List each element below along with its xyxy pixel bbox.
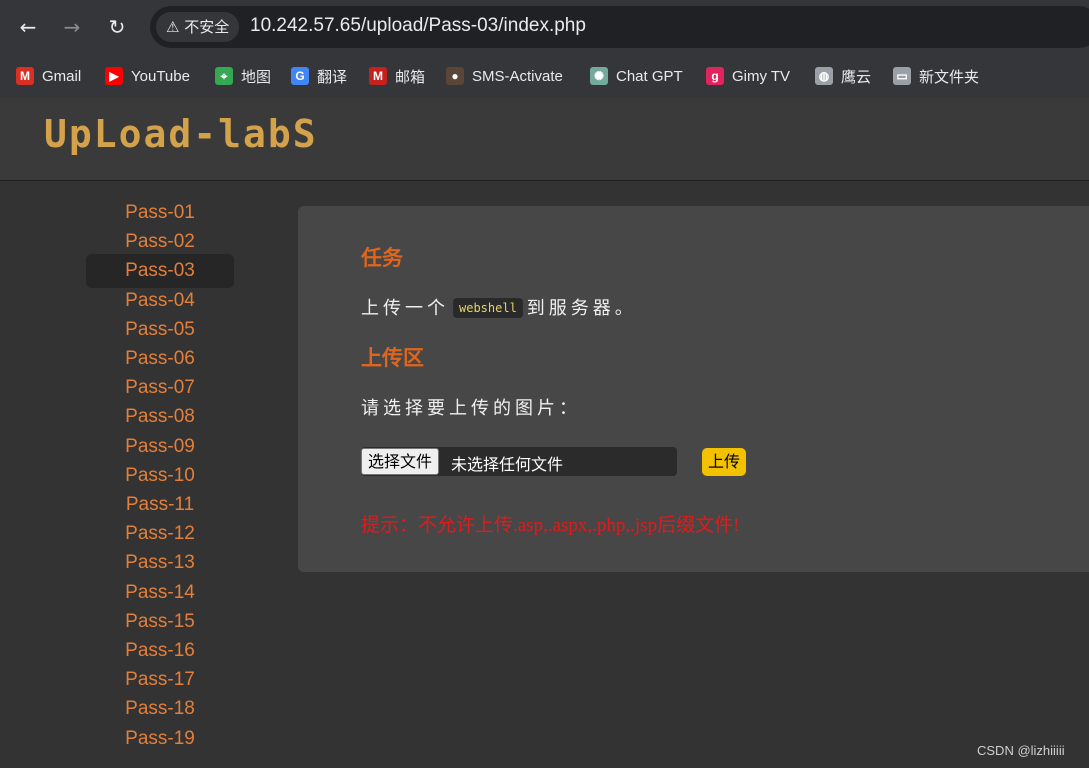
file-input[interactable]: 选择文件 未选择任何文件 [361,447,677,476]
bookmark-gmail[interactable]: M Gmail [16,64,81,88]
gimy-icon: g [706,67,724,85]
bookmark-翻译[interactable]: G 翻译 [291,64,347,88]
bookmark-label: SMS-Activate [472,67,563,85]
upload-heading: 上传区 [361,346,424,370]
task-suffix: 到服务器。 [526,298,637,319]
task-code: webshell [453,298,523,318]
bookmark-label: 翻译 [317,68,348,86]
url-text[interactable]: 10.242.57.65/upload/Pass-03/index.php [250,15,586,37]
bookmark-label: Gmail [42,67,82,85]
security-chip[interactable]: ⚠ 不安全 [156,12,240,42]
task-description: 上传一个 webshell 到服务器。 [361,294,637,320]
bookmark-youtube[interactable]: ▶ YouTube [105,64,190,88]
bookmark-label: 邮箱 [395,68,426,86]
bookmark-label: Chat GPT [616,67,683,85]
file-status: 未选择任何文件 [451,455,564,474]
bookmark-label: YouTube [131,67,190,85]
translate-icon: G [291,67,309,85]
bookmark-label: Gimy TV [732,67,791,85]
sidebar-nav: Pass-01 Pass-02 Pass-03 Pass-04 Pass-05 Pass-… [0,181,290,768]
browser-toolbar: ← → ↻ ⚠ 不安全 10.242.57.65/upload/Pass-03/… [0,0,1089,54]
maps-icon: ⌖ [215,67,233,85]
address-bar[interactable]: ⚠ 不安全 10.242.57.65/upload/Pass-03/index.… [150,6,1089,48]
reload-icon[interactable]: ↻ [102,12,132,42]
chatgpt-icon: ✺ [590,67,608,85]
security-label: 不安全 [184,18,230,36]
bookmark-新文件夹[interactable]: ▭ 新文件夹 [893,64,979,88]
bookmark-鹰云[interactable]: ◍ 鹰云 [815,64,871,88]
forward-arrow-icon[interactable]: → [57,12,87,42]
site-header: UpLoad-labS [0,98,1089,181]
back-arrow-icon[interactable]: ← [13,12,43,42]
bookmark-label: 新文件夹 [919,68,980,86]
sidebar-item-pass-19[interactable]: Pass-19 [86,722,234,756]
gmail-icon: M [16,67,34,85]
warning-triangle-icon: ⚠ [166,18,180,36]
bookmarks-bar: M Gmail ▶ YouTube ⌖ 地图 G 翻译 M 邮箱 ● SMS-Activate ✺ Cha… [0,54,1089,98]
bookmark-sms-activate[interactable]: ● SMS-Activate [446,64,563,88]
bookmark-label: 鹰云 [841,68,872,86]
bookmark-label: 地图 [241,68,272,86]
mail-icon: M [369,67,387,85]
choose-file-button[interactable]: 选择文件 [361,448,440,475]
task-heading: 任务 [361,246,403,270]
youtube-icon: ▶ [105,67,123,85]
task-prefix: 上传一个 [361,298,449,319]
globe-icon: ◍ [815,67,833,85]
watermark: CSDN @lizhiiiii [977,743,1065,758]
site-logo[interactable]: UpLoad-labS [44,112,318,156]
bookmark-邮箱[interactable]: M 邮箱 [369,64,425,88]
bookmark-chat-gpt[interactable]: ✺ Chat GPT [590,64,683,88]
bookmark-地图[interactable]: ⌖ 地图 [215,64,271,88]
hint-text: 提示：不允许上传.asp,.aspx,.php,.jsp后缀文件! [361,515,740,536]
folder-icon: ▭ [893,67,911,85]
upload-prompt: 请选择要上传的图片： [361,398,581,419]
upload-button[interactable]: 上传 [702,448,747,476]
sms-activate-icon: ● [446,67,464,85]
main-panel: 任务 上传一个 webshell 到服务器。 上传区 请选择要上传的图片： 选择文件… [298,206,1089,572]
bookmark-gimy-tv[interactable]: g Gimy TV [706,64,790,88]
